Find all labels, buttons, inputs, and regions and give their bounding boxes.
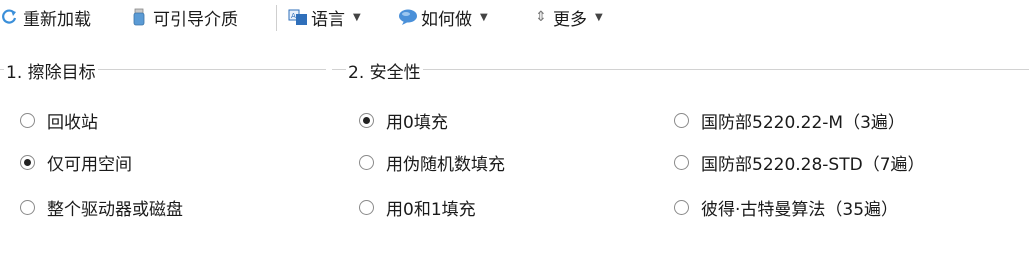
option-label: 用0和1填充 [386,199,476,220]
option-free-space-only[interactable]: 仅可用空间 [20,149,132,175]
usb-drive-icon [130,8,148,26]
radio-dod-5220-22-m[interactable] [674,112,689,128]
howto-label: 如何做 [421,9,472,30]
reload-label: 重新加载 [23,9,91,30]
bootable-media-button[interactable]: 可引导介质 [130,3,238,31]
language-caret-icon: ▼ [353,11,361,23]
option-label: 彼得·古特曼算法（35遍） [701,199,899,220]
option-label: 仅可用空间 [47,154,132,175]
erase-target-title: 1. 擦除目标 [4,58,98,83]
option-dod-5220-22-m[interactable]: 国防部5220.22-M（3遍） [674,107,905,133]
more-updown-icon: ⇕ [535,9,547,25]
toolbar: 重新加载 可引导介质 A 语言 ▼ 如何做 ▼ ⇕ 更多 ▼ [0,0,1029,36]
option-entire-drive[interactable]: 整个驱动器或磁盘 [20,194,183,220]
option-label: 国防部5220.28-STD（7遍） [701,154,925,175]
language-menu[interactable]: A 语言 ▼ [288,3,361,31]
more-label: 更多 [553,9,587,30]
option-label: 整个驱动器或磁盘 [47,199,183,220]
howto-caret-icon: ▼ [480,11,488,23]
option-gutmann[interactable]: 彼得·古特曼算法（35遍） [674,194,898,220]
radio-dod-5220-28-std[interactable] [674,154,689,170]
option-label: 国防部5220.22-M（3遍） [701,112,905,133]
radio-fill-zero-one[interactable] [359,199,374,215]
radio-entire-drive[interactable] [20,199,35,215]
security-divider [332,69,1029,70]
bootable-media-label: 可引导介质 [153,9,238,30]
radio-recycle-bin[interactable] [20,112,35,128]
toolbar-separator [276,5,277,31]
option-fill-zero[interactable]: 用0填充 [359,107,448,133]
chat-bubble-icon [398,8,417,26]
svg-text:A: A [291,12,296,20]
security-title: 2. 安全性 [346,58,423,83]
language-icon: A [288,8,307,26]
radio-fill-zero[interactable] [359,112,374,128]
reload-button[interactable]: 重新加载 [0,3,91,31]
radio-free-space-only[interactable] [20,154,35,170]
option-fill-pseudorandom[interactable]: 用伪随机数填充 [359,149,505,175]
more-menu[interactable]: ⇕ 更多 ▼ [534,3,603,31]
more-caret-icon: ▼ [595,11,603,23]
option-recycle-bin[interactable]: 回收站 [20,107,98,133]
radio-gutmann[interactable] [674,199,689,215]
language-label: 语言 [311,9,345,30]
option-label: 用0填充 [386,112,448,133]
option-label: 用伪随机数填充 [386,154,505,175]
howto-menu[interactable]: 如何做 ▼ [398,3,488,31]
option-fill-zero-one[interactable]: 用0和1填充 [359,194,476,220]
option-dod-5220-28-std[interactable]: 国防部5220.28-STD（7遍） [674,149,925,175]
reload-icon [0,8,18,26]
option-label: 回收站 [47,112,98,133]
radio-fill-pseudorandom[interactable] [359,154,374,170]
